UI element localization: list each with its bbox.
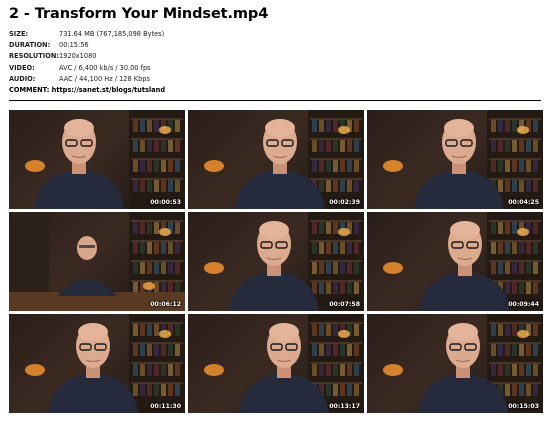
thumbnail-6: 00:09:44 <box>367 212 543 311</box>
thumbnail-timestamp: 00:04:25 <box>508 199 539 206</box>
audio-value: AAC / 44,100 Hz / 128 Kbps <box>59 74 150 83</box>
thumbnail-9: 00:15:03 <box>367 314 543 413</box>
scene-illustration <box>25 110 185 209</box>
scene-illustration <box>25 314 185 413</box>
thumbnail-8: 00:13:17 <box>188 314 364 413</box>
thumbnail-timestamp: 00:11:30 <box>150 403 181 410</box>
thumbnail-timestamp: 00:07:58 <box>329 301 360 308</box>
video-label: VIDEO: <box>9 63 35 72</box>
resolution-row: RESOLUTION: 1920x1080 <box>9 51 165 62</box>
thumbnail-3: 00:04:25 <box>367 110 543 209</box>
scene-illustration <box>204 212 364 311</box>
scene-illustration <box>9 212 185 311</box>
comment-line: COMMENT: https://sanet.st/blogs/tutsland <box>9 86 166 95</box>
video-file-title: 2 - Transform Your Mindset.mp4 <box>9 6 269 22</box>
resolution-value: 1920x1080 <box>59 52 97 61</box>
thumbnail-7: 00:11:30 <box>9 314 185 413</box>
duration-label: DURATION: <box>9 41 51 50</box>
size-label: SIZE: <box>9 30 29 38</box>
scene-illustration <box>383 110 543 209</box>
size-row: SIZE: 731.64 MB (767,185,098 Bytes) <box>9 29 165 40</box>
scene-illustration <box>204 110 364 209</box>
audio-label: AUDIO: <box>9 74 36 83</box>
audio-row: AUDIO: AAC / 44,100 Hz / 128 Kbps <box>9 74 165 85</box>
thumbnail-2: 00:02:39 <box>188 110 364 209</box>
thumbnail-4: 00:06:12 <box>9 212 185 311</box>
scene-illustration <box>383 212 543 311</box>
duration-value: 00:15:56 <box>59 41 89 50</box>
header-divider <box>9 100 541 102</box>
thumbnail-5: 00:07:58 <box>188 212 364 311</box>
scene-illustration <box>383 314 543 413</box>
resolution-label: RESOLUTION: <box>9 52 59 61</box>
duration-row: DURATION: 00:15:56 <box>9 40 165 51</box>
thumbnail-timestamp: 00:02:39 <box>329 199 360 206</box>
video-value: AVC / 6,400 kb/s / 30.00 fps <box>59 63 151 72</box>
thumbnail-timestamp: 00:00:53 <box>150 199 181 206</box>
thumbnail-1: 00:00:53 <box>9 110 185 209</box>
thumbnail-timestamp: 00:06:12 <box>150 301 181 308</box>
video-row: VIDEO: AVC / 6,400 kb/s / 30.00 fps <box>9 63 165 74</box>
thumbnail-timestamp: 00:15:03 <box>508 403 539 410</box>
size-value: 731.64 MB (767,185,098 Bytes) <box>59 30 165 38</box>
video-metadata: SIZE: 731.64 MB (767,185,098 Bytes) DURA… <box>9 29 165 96</box>
thumbnail-timestamp: 00:09:44 <box>508 301 539 308</box>
scene-illustration <box>204 314 364 413</box>
thumbnail-timestamp: 00:13:17 <box>329 403 360 410</box>
